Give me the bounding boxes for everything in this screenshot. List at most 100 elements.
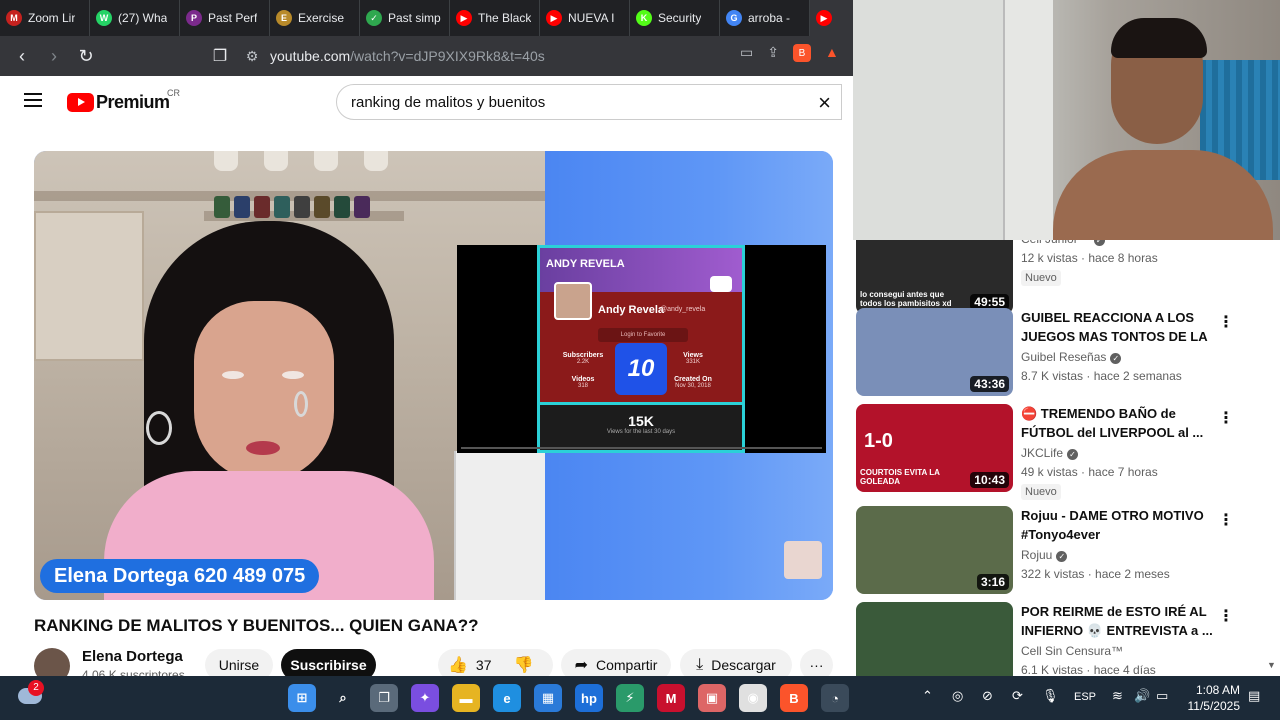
scroll-down-icon[interactable]: ▼: [1267, 660, 1276, 670]
thumbnail-caption: lo consegui antes que todos los pambisit…: [860, 290, 952, 308]
brave-icon[interactable]: B: [780, 684, 808, 712]
recommendation-title[interactable]: GUIBEL REACCIONA A LOS JUEGOS MAS TONTOS…: [1021, 308, 1216, 346]
back-icon[interactable]: ‹: [8, 42, 36, 70]
browser-tab[interactable]: ▶ NUEVA I: [540, 0, 630, 36]
recommendation-title[interactable]: Rojuu - DAME OTRO MOTIVO #Tonyo4ever: [1021, 506, 1216, 544]
hp-icon[interactable]: hp: [575, 684, 603, 712]
flower-pot: [264, 151, 288, 171]
browser-tab-label: Zoom Lir: [28, 11, 76, 25]
paint-jar: [274, 196, 290, 218]
video-thumbnail[interactable]: 43:36: [856, 308, 1013, 396]
recommendation-title[interactable]: POR REIRME de ESTO IRÉ AL INFIERNO 💀 ENT…: [1021, 602, 1216, 640]
bookmark-icon[interactable]: ❐: [206, 42, 234, 70]
microphone-icon[interactable]: 🎙: [1042, 688, 1059, 704]
app-icon[interactable]: ◔: [821, 684, 849, 712]
recommendation-item[interactable]: 3:16 Rojuu - DAME OTRO MOTIVO #Tonyo4ever…: [856, 506, 1280, 598]
video-thumbnail[interactable]: ENTREVISTA A: [856, 602, 1013, 676]
browser-tab[interactable]: K Security: [630, 0, 720, 36]
copilot-icon[interactable]: ✦: [411, 684, 439, 712]
card-footer: 15K Views for the last 30 days: [540, 402, 742, 450]
video-duration: 43:36: [970, 376, 1009, 392]
task-view-icon[interactable]: ❐: [370, 684, 398, 712]
paint-jar: [234, 196, 250, 218]
recommendation-item[interactable]: ENTREVISTA APOR REIRME de ESTO IRÉ AL IN…: [856, 602, 1280, 676]
recommendation-meta: 49 k vistas · hace 7 horas: [1021, 465, 1158, 479]
app-icon[interactable]: ⚡: [616, 684, 644, 712]
paint-jar: [334, 196, 350, 218]
mcafee-icon[interactable]: M: [657, 684, 685, 712]
recommendation-item[interactable]: lo consegui antes que todos los pambisit…: [856, 240, 1280, 318]
youtube-premium-logo[interactable]: Premium CR: [67, 88, 180, 113]
browser-tab[interactable]: Garroba -: [720, 0, 810, 36]
video-player[interactable]: Elena Dortega 620 489 075 ANDY REVELA An…: [34, 151, 833, 600]
clear-search-icon[interactable]: ×: [818, 90, 831, 116]
brave-shields-icon[interactable]: B: [792, 44, 811, 62]
recommendation-channel[interactable]: JKCLife ✓: [1021, 446, 1079, 460]
battery-icon[interactable]: ▭: [1156, 688, 1168, 704]
browser-tab[interactable]: ✓ Past simp: [360, 0, 450, 36]
recommendation-title[interactable]: ⛔ TREMENDO BAÑO de FÚTBOL del LIVERPOOL …: [1021, 404, 1216, 442]
more-options-icon[interactable]: ⋮: [1218, 312, 1234, 332]
new-badge: Nuevo: [1021, 270, 1061, 286]
volume-icon[interactable]: 🔊: [1134, 688, 1150, 704]
tray-app-icon[interactable]: ⊘: [982, 688, 993, 704]
recommendation-meta: 8.7 K vistas · hace 2 semanas: [1021, 369, 1182, 383]
search-input[interactable]: ranking de malitos y buenitos ×: [336, 84, 842, 120]
channel-name: Guibel Reseñas: [1021, 350, 1107, 364]
channel-name[interactable]: Elena Dortega: [82, 648, 183, 665]
browser-tab[interactable]: E Exercise: [270, 0, 360, 36]
chrome-icon[interactable]: ◉: [739, 684, 767, 712]
wifi-icon[interactable]: ≋: [1112, 688, 1123, 704]
more-options-icon[interactable]: ⋮: [1218, 408, 1234, 428]
app-icon[interactable]: ▣: [698, 684, 726, 712]
verified-icon: ✓: [1067, 449, 1079, 460]
dislike-icon[interactable]: 👎: [514, 655, 534, 675]
browser-tab[interactable]: M Zoom Lir: [0, 0, 90, 36]
rank-badge: 10: [615, 343, 667, 395]
search-icon[interactable]: ⌕: [329, 684, 357, 712]
browser-tab[interactable]: P Past Perf: [180, 0, 270, 36]
recommendation-channel[interactable]: Cell Sin Censura™: [1021, 644, 1123, 658]
recommendation-item[interactable]: 43:36 GUIBEL REACCIONA A LOS JUEGOS MAS T…: [856, 308, 1280, 400]
white-cabinet: [454, 451, 546, 600]
menu-icon[interactable]: [24, 93, 42, 107]
reload-icon[interactable]: ↻: [72, 42, 100, 70]
tray-app-icon[interactable]: ⟳: [1012, 688, 1023, 704]
clock[interactable]: 1:08 AM 11/5/2025: [1186, 682, 1241, 714]
video-thumbnail[interactable]: COURTOIS EVITA LA GOLEADA 1-0 10:43: [856, 404, 1013, 492]
flower-pot: [364, 151, 388, 171]
video-thumbnail[interactable]: lo consegui antes que todos los pambisit…: [856, 240, 1013, 314]
video-thumbnail[interactable]: 3:16: [856, 506, 1013, 594]
browser-tab-active[interactable]: ▶: [810, 0, 854, 36]
tray-app-icon[interactable]: ◎: [952, 688, 963, 704]
recommendation-channel[interactable]: Guibel Reseñas ✓: [1021, 350, 1122, 364]
recommendation-item[interactable]: COURTOIS EVITA LA GOLEADA 1-0 10:43 ⛔ TREME…: [856, 404, 1280, 500]
browser-tab-label: NUEVA I: [568, 11, 615, 25]
notifications-icon[interactable]: ▤: [1248, 688, 1260, 704]
tray-overflow-icon[interactable]: ⌃: [922, 688, 933, 704]
recommendation-channel[interactable]: Cell Junior™✓: [1021, 240, 1105, 246]
stat-videos: Videos 318: [558, 376, 608, 389]
browser-tab-label: The Black: [478, 11, 532, 25]
forward-icon[interactable]: ›: [40, 42, 68, 70]
share-icon[interactable]: ⇪: [767, 44, 779, 62]
windows-start-icon[interactable]: ⊞: [288, 684, 316, 712]
browser-tab[interactable]: W (27) Wha: [90, 0, 180, 36]
language-indicator[interactable]: ESP: [1074, 691, 1096, 703]
more-options-icon[interactable]: ⋮: [1218, 510, 1234, 530]
edge-icon[interactable]: e: [493, 684, 521, 712]
more-options-icon[interactable]: ⋮: [1218, 606, 1234, 626]
recommendation-channel[interactable]: Rojuu ✓: [1021, 548, 1068, 562]
file-explorer-icon[interactable]: ▬: [452, 684, 480, 712]
channel-name: JKCLife: [1021, 446, 1064, 460]
card-brand: ANDY REVELA: [546, 258, 625, 270]
paint-jar: [354, 196, 370, 218]
search-query: ranking de malitos y buenitos: [351, 93, 546, 111]
microsoft-store-icon[interactable]: ▦: [534, 684, 562, 712]
cast-icon[interactable]: ▭: [740, 44, 753, 62]
brave-rewards-icon[interactable]: ▲: [825, 44, 839, 62]
site-info-icon[interactable]: ⚙: [240, 48, 264, 65]
stat-label: Views: [683, 352, 703, 359]
like-icon[interactable]: 👍: [448, 655, 468, 675]
browser-tab[interactable]: ▶ The Black: [450, 0, 540, 36]
